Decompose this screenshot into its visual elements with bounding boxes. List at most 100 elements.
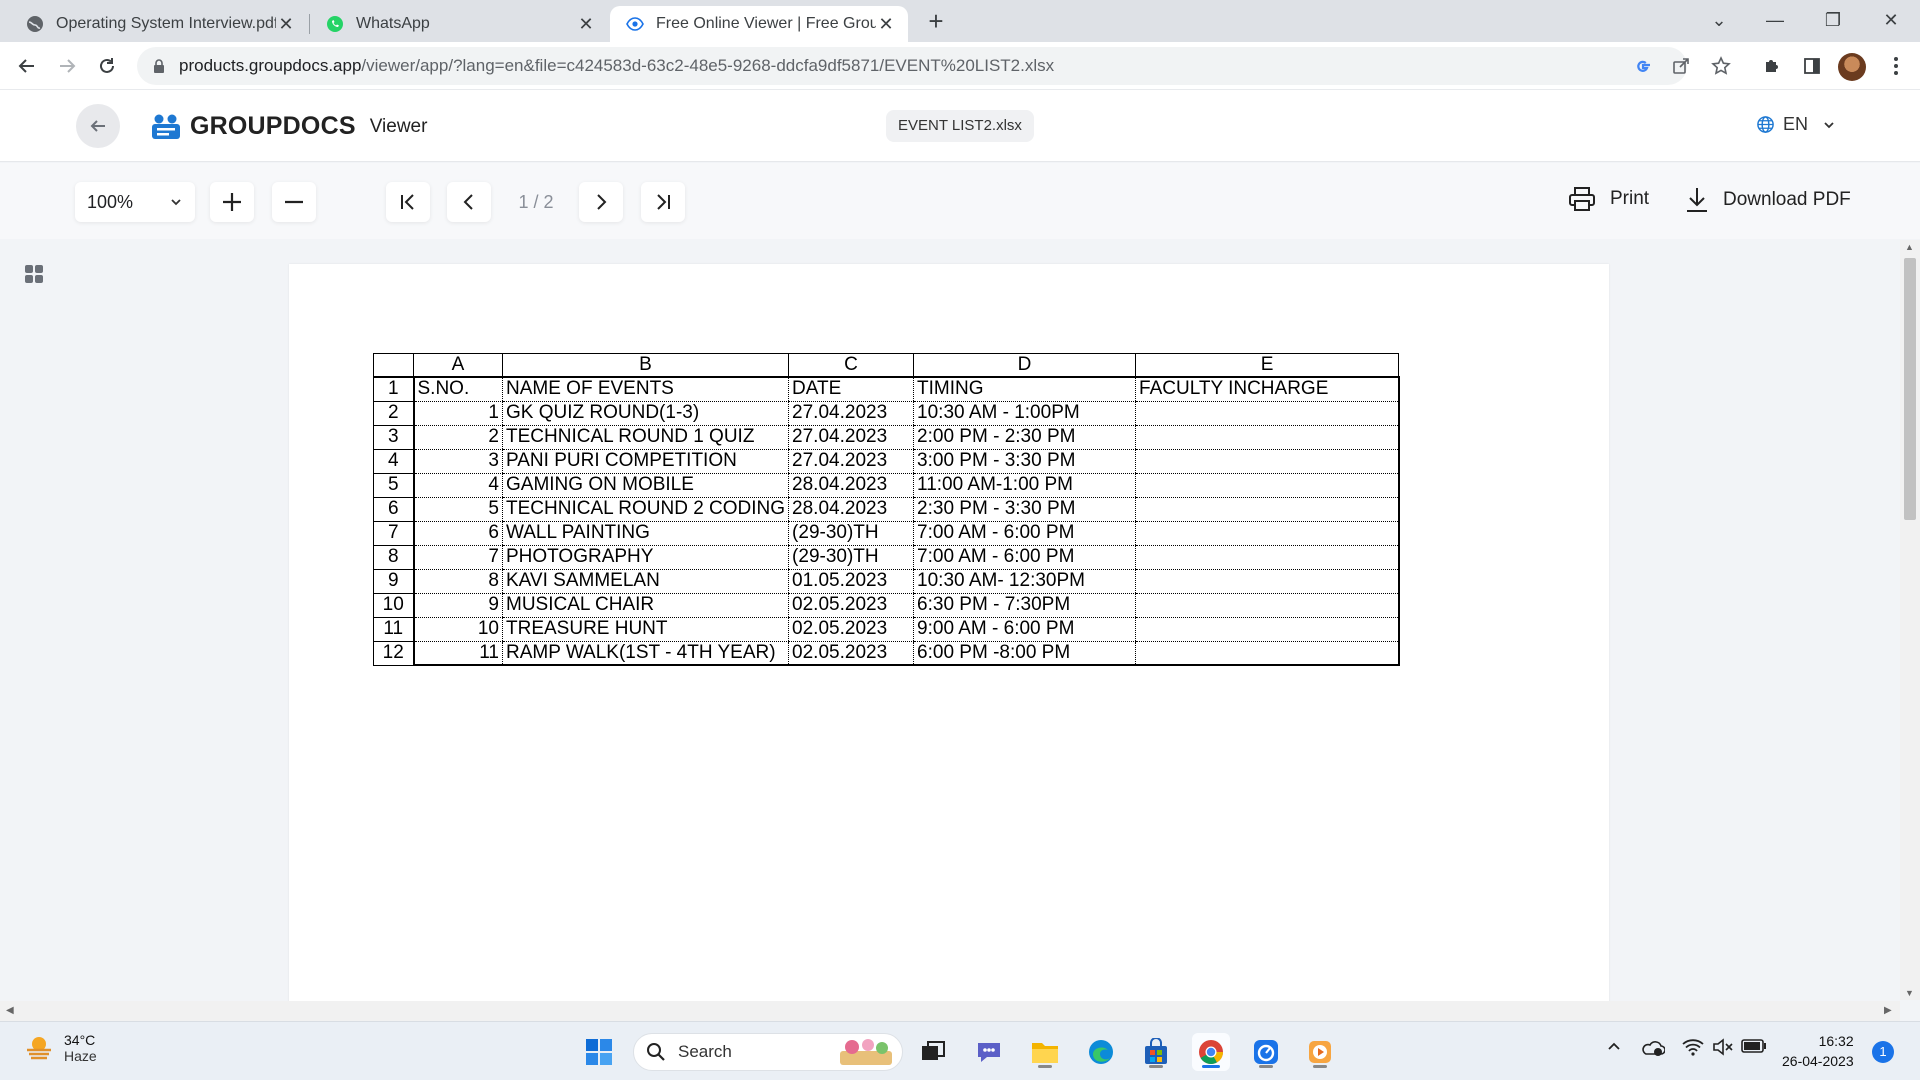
lock-icon[interactable] xyxy=(153,58,165,74)
reload-icon[interactable] xyxy=(91,50,123,82)
google-lens-icon[interactable] xyxy=(1627,50,1659,82)
last-page-button[interactable] xyxy=(641,182,685,222)
column-header-row: A B C D E xyxy=(373,353,1400,378)
close-tab-icon[interactable]: ✕ xyxy=(276,14,296,35)
cell-e xyxy=(1135,569,1400,594)
cell-d: 10:30 AM- 12:30PM xyxy=(913,569,1136,594)
cell-c: (29-30)TH xyxy=(788,545,914,570)
windows-taskbar: 34°C Haze Search 16:32 26-04-2023 1 xyxy=(0,1021,1920,1080)
scroll-up-icon[interactable]: ▲ xyxy=(1905,242,1914,252)
zoom-out-button[interactable] xyxy=(272,182,316,222)
table-row: 6 5 TECHNICAL ROUND 2 CODING 28.04.2023 2:30… xyxy=(373,496,1400,522)
clock-date: 26-04-2023 xyxy=(1782,1053,1854,1069)
cell-a: 3 xyxy=(413,449,503,474)
edge-browser-icon[interactable] xyxy=(1082,1033,1120,1071)
back-button[interactable] xyxy=(76,104,120,148)
wifi-icon[interactable] xyxy=(1680,1038,1706,1056)
snipping-tool-icon[interactable] xyxy=(1247,1033,1285,1071)
microsoft-store-icon[interactable] xyxy=(1137,1033,1175,1071)
row-number: 8 xyxy=(373,544,415,570)
next-page-button[interactable] xyxy=(579,182,623,222)
thumbnails-toggle-icon[interactable] xyxy=(24,264,44,289)
url-path: /viewer/app/?lang=en&file=c424583d-63c2-… xyxy=(361,56,1055,75)
plus-icon xyxy=(223,193,241,211)
language-selector[interactable]: EN xyxy=(1756,114,1836,135)
system-clock[interactable]: 16:32 26-04-2023 xyxy=(1782,1031,1854,1071)
product-name: Viewer xyxy=(369,115,428,137)
corner-cell xyxy=(373,353,414,378)
restore-icon[interactable]: ❐ xyxy=(1810,4,1856,36)
cell-b: TREASURE HUNT xyxy=(501,617,789,642)
chevron-down-icon xyxy=(1824,121,1834,128)
table-row: 9 8 KAVI SAMMELAN 01.05.2023 10:30 AM- 12:30… xyxy=(373,568,1400,594)
vertical-scrollbar[interactable]: ▲ ▼ xyxy=(1900,240,1920,1000)
chevron-up-icon[interactable] xyxy=(1602,1038,1626,1054)
tab-search-chevron-icon[interactable]: ⌄ xyxy=(1696,4,1742,36)
groupdocs-brand[interactable]: GROUPDOCS Viewer xyxy=(150,112,427,141)
cell-e xyxy=(1135,473,1400,498)
cell-a: 10 xyxy=(413,617,503,642)
chrome-menu-icon[interactable] xyxy=(1880,50,1912,82)
cell-c: 02.05.2023 xyxy=(788,617,914,642)
chevron-left-icon xyxy=(463,194,473,210)
forward-icon[interactable] xyxy=(51,50,83,82)
previous-page-button[interactable] xyxy=(447,182,491,222)
search-highlight-icon xyxy=(840,1039,892,1065)
chrome-taskbar-icon[interactable] xyxy=(1192,1033,1230,1071)
extensions-puzzle-icon[interactable] xyxy=(1756,50,1788,82)
scroll-down-icon[interactable]: ▼ xyxy=(1905,988,1914,998)
scrollbar-thumb[interactable] xyxy=(1904,258,1916,520)
windows-start-icon[interactable] xyxy=(580,1033,618,1071)
battery-icon[interactable] xyxy=(1740,1038,1768,1054)
weather-condition: Haze xyxy=(64,1048,97,1064)
weather-widget[interactable]: 34°C Haze xyxy=(24,1032,97,1064)
task-view-icon[interactable] xyxy=(914,1033,952,1071)
close-window-icon[interactable]: ✕ xyxy=(1868,4,1914,36)
zoom-select[interactable]: 100% xyxy=(75,182,195,222)
table-row: 11 10 TREASURE HUNT 02.05.2023 9:00 AM - 6:0… xyxy=(373,616,1400,642)
media-player-icon[interactable] xyxy=(1301,1033,1339,1071)
scroll-right-icon[interactable]: ▶ xyxy=(1884,1005,1892,1016)
tab-whatsapp[interactable]: WhatsApp ✕ xyxy=(310,6,608,42)
cell-d: 11:00 AM-1:00 PM xyxy=(913,473,1136,498)
cell-a: 5 xyxy=(413,497,503,522)
address-bar[interactable]: products.groupdocs.app/viewer/app/?lang=… xyxy=(137,47,1687,85)
print-button[interactable]: Print xyxy=(1568,186,1649,212)
cell-d: 2:00 PM - 2:30 PM xyxy=(913,425,1136,450)
column-header: D xyxy=(913,353,1137,378)
side-panel-icon[interactable] xyxy=(1796,50,1828,82)
volume-muted-icon[interactable] xyxy=(1710,1038,1736,1056)
tab-groupdocs-viewer[interactable]: Free Online Viewer | Free GroupDocs ✕ xyxy=(610,6,908,42)
horizontal-scrollbar[interactable]: ◀ ▶ xyxy=(0,1001,1900,1021)
tab-operating-system-pdf[interactable]: Operating System Interview.pdf ✕ xyxy=(10,6,308,42)
new-tab-button[interactable]: + xyxy=(922,8,950,36)
close-tab-icon[interactable]: ✕ xyxy=(876,14,896,35)
share-icon[interactable] xyxy=(1665,50,1697,82)
taskbar-search[interactable]: Search xyxy=(633,1033,903,1071)
download-pdf-button[interactable]: Download PDF xyxy=(1685,186,1851,214)
onedrive-icon[interactable] xyxy=(1640,1038,1666,1058)
teams-chat-icon[interactable] xyxy=(970,1033,1008,1071)
table-row: 4 3 PANI PURI COMPETITION 27.04.2023 3:00 PM… xyxy=(373,448,1400,474)
first-page-button[interactable] xyxy=(386,182,430,222)
cell-b: RAMP WALK(1ST - 4TH YEAR) xyxy=(501,641,789,666)
back-icon[interactable] xyxy=(11,50,43,82)
close-tab-icon[interactable]: ✕ xyxy=(576,14,596,35)
file-explorer-icon[interactable] xyxy=(1026,1033,1064,1071)
zoom-in-button[interactable] xyxy=(210,182,254,222)
minimize-icon[interactable]: — xyxy=(1752,4,1798,36)
cell-c: DATE xyxy=(788,377,914,402)
tab-title: Operating System Interview.pdf xyxy=(56,15,276,32)
running-indicator xyxy=(1038,1065,1052,1068)
zoom-value: 100% xyxy=(87,191,134,212)
whatsapp-icon xyxy=(327,16,343,32)
profile-avatar[interactable] xyxy=(1838,53,1866,81)
scroll-left-icon[interactable]: ◀ xyxy=(6,1005,14,1016)
cell-a: 11 xyxy=(413,641,503,666)
cell-a: 8 xyxy=(413,569,503,594)
chevron-right-icon xyxy=(597,194,607,210)
cell-d: 6:30 PM - 7:30PM xyxy=(913,593,1136,618)
bookmark-star-icon[interactable] xyxy=(1705,50,1737,82)
notification-badge[interactable]: 1 xyxy=(1872,1041,1894,1063)
last-page-icon xyxy=(657,194,670,210)
